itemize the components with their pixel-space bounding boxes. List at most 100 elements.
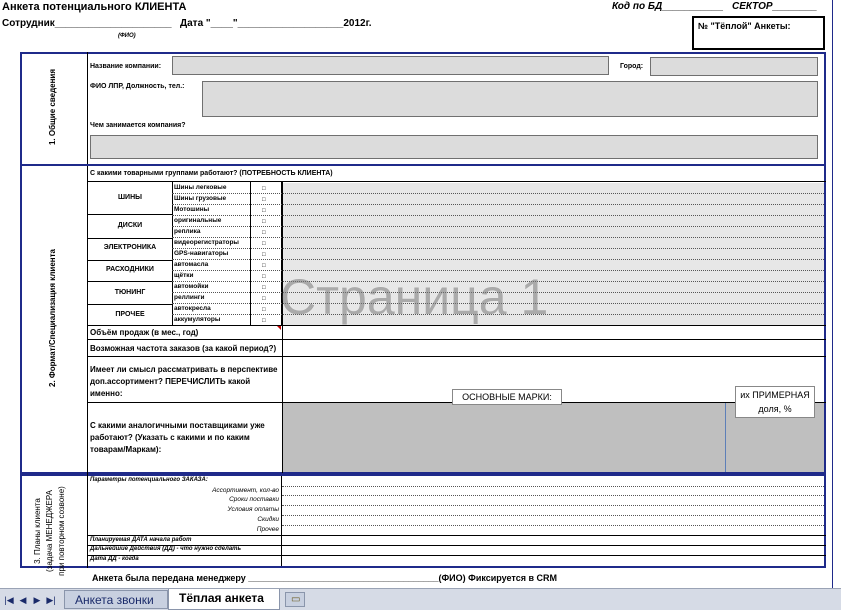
check-cell[interactable]: □ bbox=[262, 186, 266, 192]
page-edge bbox=[832, 0, 833, 588]
row-line bbox=[172, 193, 824, 194]
warm-form-number-box[interactable]: № "Тёплой" Анкеты: bbox=[692, 16, 825, 50]
sub-gps: GPS-навигаторы bbox=[174, 250, 229, 257]
sub-car-seats: автокресла bbox=[174, 305, 211, 312]
order-params-label: Параметры потенциального ЗАКАЗА: bbox=[90, 477, 208, 483]
plans-col-divider bbox=[281, 476, 282, 566]
competitors-label: С какими аналогичными поставщиками уже р… bbox=[90, 421, 265, 454]
check-cell[interactable]: □ bbox=[262, 285, 266, 291]
sales-volume-label: Объём продаж (в мес., год) bbox=[90, 328, 199, 337]
param-payment-terms: Условия оплаты bbox=[227, 506, 280, 513]
form-title: Анкета потенциального КЛИЕНТА bbox=[2, 1, 187, 13]
tab-warm-form[interactable]: Тёплая анкета bbox=[168, 589, 280, 610]
plans-frame bbox=[20, 474, 826, 568]
check-cell[interactable]: □ bbox=[262, 230, 266, 236]
sub-rails: реллинги bbox=[174, 294, 205, 301]
employee-line: Сотрудник_____________________ bbox=[2, 18, 172, 29]
handover-line: Анкета была передана менеджеру _________… bbox=[92, 573, 557, 583]
fio-lpr-field[interactable] bbox=[202, 81, 818, 117]
cat-divider bbox=[88, 238, 172, 239]
company-name-field[interactable] bbox=[172, 56, 609, 75]
first-sheet-icon[interactable]: |◀ bbox=[4, 594, 14, 606]
plan-row-line bbox=[282, 515, 824, 516]
section-label-divider bbox=[87, 52, 88, 568]
warm-form-number-label: № "Тёплой" Анкеты: bbox=[698, 21, 791, 31]
check-cell[interactable]: □ bbox=[262, 197, 266, 203]
check-cell[interactable]: □ bbox=[262, 307, 266, 313]
sheet-tab-bar: |◀ ◀ ▶ ▶| Анкета звонки Тёплая анкета ▭ bbox=[0, 588, 841, 610]
plan-divider bbox=[87, 535, 826, 536]
insert-sheet-button[interactable]: ▭ bbox=[285, 592, 305, 607]
section3-label: 3. Планы клиента (задача МЕНЕДЖЕРА при п… bbox=[33, 486, 66, 576]
groups-header-line bbox=[87, 181, 826, 182]
check-cell[interactable]: □ bbox=[262, 252, 266, 258]
next-actions-label: Дальнейшие Действия (ДД) - что нужно сде… bbox=[90, 546, 242, 552]
plan-row-line bbox=[282, 525, 824, 526]
check-cell[interactable]: □ bbox=[262, 241, 266, 247]
cat-divider bbox=[88, 214, 172, 215]
cat-divider bbox=[88, 260, 172, 261]
category-electronics: ЭЛЕКТРОНИКА bbox=[103, 244, 157, 251]
cat-divider bbox=[88, 304, 172, 305]
sub-brushes: щётки bbox=[174, 272, 194, 279]
param-discounts: Скидки bbox=[257, 516, 279, 523]
section1-label: 1. Общие сведения bbox=[48, 68, 57, 146]
city-label: Город: bbox=[620, 63, 644, 70]
additional-assortment-label: Имеет ли смысл рассматривать в перспекти… bbox=[90, 365, 278, 398]
main-brands-popup: ОСНОВНЫЕ МАРКИ: bbox=[452, 389, 562, 405]
check-cell[interactable]: □ bbox=[262, 208, 266, 214]
fio-lpr-label: ФИО ЛПР, Должность, тел.: bbox=[90, 83, 185, 90]
groups-header: С какими товарными группами работают? (П… bbox=[90, 170, 333, 177]
category-tires: ШИНЫ bbox=[118, 194, 142, 201]
category-consumables: РАСХОДНИКИ bbox=[106, 266, 154, 273]
prev-sheet-icon[interactable]: ◀ bbox=[18, 594, 28, 606]
sub-replica: реплика bbox=[174, 228, 201, 235]
insert-sheet-icon: ▭ bbox=[291, 594, 301, 605]
sub-original: оригинальные bbox=[174, 217, 222, 224]
sector-line: СЕКТОР________ bbox=[732, 1, 818, 12]
sub-batteries: аккумуляторы bbox=[174, 316, 221, 323]
fio-hint: (ФИО) bbox=[118, 33, 136, 39]
sub-dashcams: видеорегистраторы bbox=[174, 239, 239, 246]
tab-call-form[interactable]: Анкета звонки bbox=[64, 590, 168, 609]
category-tuning: ТЮНИНГ bbox=[114, 289, 146, 296]
row-line bbox=[172, 237, 824, 238]
sub-car-wash: автомойки bbox=[174, 283, 209, 290]
city-field[interactable] bbox=[650, 57, 818, 76]
start-date-label: Планируемая ДАТА начала работ bbox=[90, 537, 192, 543]
plan-row-line bbox=[282, 505, 824, 506]
row-line bbox=[172, 215, 824, 216]
cat-divider bbox=[88, 281, 172, 282]
check-cell[interactable]: □ bbox=[262, 274, 266, 280]
param-delivery-time: Сроки поставки bbox=[229, 496, 279, 503]
plan-divider bbox=[87, 555, 826, 556]
next-sheet-icon[interactable]: ▶ bbox=[32, 594, 42, 606]
section2-label: 2. Формат/Специализация клиента bbox=[48, 249, 57, 387]
check-cell[interactable]: □ bbox=[262, 263, 266, 269]
row-divider bbox=[87, 356, 826, 357]
check-cell[interactable]: □ bbox=[262, 296, 266, 302]
check-cell[interactable]: □ bbox=[262, 219, 266, 225]
check-cell[interactable]: □ bbox=[262, 318, 266, 324]
last-sheet-icon[interactable]: ▶| bbox=[46, 594, 56, 606]
brand-share-divider bbox=[725, 403, 726, 472]
share-popup: их ПРИМЕРНАЯ доля, % bbox=[735, 386, 815, 418]
company-name-label: Название компании: bbox=[90, 63, 162, 70]
row-line bbox=[172, 226, 824, 227]
order-frequency-label: Возможная частота заказов (за какой пери… bbox=[90, 344, 277, 353]
param-other: Прочее bbox=[256, 526, 279, 533]
company-activity-field[interactable] bbox=[90, 135, 818, 159]
sub-truck-tires: Шины грузовые bbox=[174, 195, 227, 202]
param-assortment: Ассортимент, кол-во bbox=[212, 487, 279, 494]
company-activity-label: Чем занимается компания? bbox=[90, 122, 186, 129]
dd-date-label: Дата ДД - когда bbox=[90, 556, 139, 562]
plan-row-line bbox=[282, 495, 824, 496]
row-line bbox=[172, 259, 824, 260]
db-code-line: Код по БД___________ bbox=[612, 1, 724, 12]
row-divider bbox=[87, 339, 826, 340]
row-line bbox=[172, 204, 824, 205]
page-watermark: Страница 1 bbox=[280, 269, 549, 325]
date-line: Дата "____"___________________2012г. bbox=[180, 18, 372, 29]
row-line bbox=[172, 248, 824, 249]
sub-passenger-tires: Шины легковые bbox=[174, 184, 227, 191]
